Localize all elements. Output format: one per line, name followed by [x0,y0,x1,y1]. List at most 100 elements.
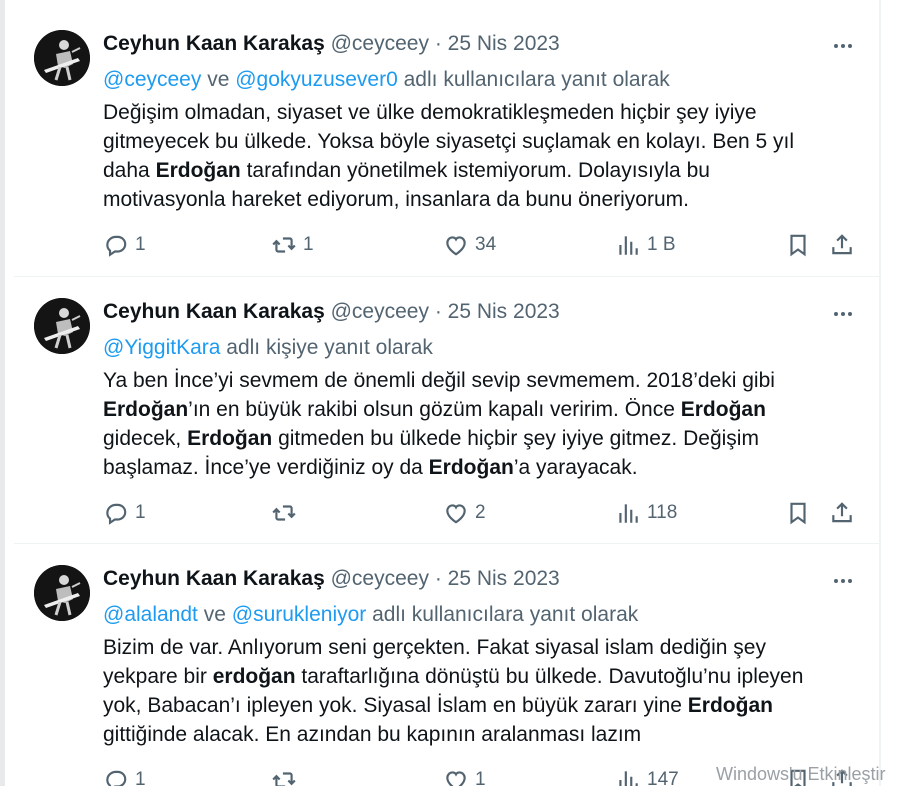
tweet-date[interactable]: 25 Nis 2023 [448,32,560,55]
tweet-header: Ceyhun Kaan Karakaş @ceyceey · 25 Nis 20… [103,300,560,324]
reply-button[interactable]: 1 [103,498,146,528]
author-name[interactable]: Ceyhun Kaan Karakaş [103,32,325,55]
text-segment: Ya ben İnce’yi sevmem de önemli değil se… [103,369,775,392]
retweet-icon [272,237,296,253]
reply-mention-link[interactable]: @YiggitKara [103,336,220,359]
reply-context: @YiggitKara adlı kişiye yanıt olarak [103,336,433,360]
more-icon[interactable] [829,303,857,325]
text-segment: başlamaz. İnce’ye verdiğiniz oy da [103,456,429,479]
like-count: 34 [475,234,497,255]
views-icon [619,771,638,786]
text-segment: yekpare bir [103,665,213,688]
text-segment: gittiğinde alacak. En azından bu kapının… [103,723,642,746]
views-count: 147 [647,769,679,786]
views-count: 118 [647,502,678,523]
separator-dot: · [434,300,442,323]
reply-context: @ceyceey ve @gokyuzusever0 adlı kullanıc… [103,68,670,92]
like-count: 2 [475,502,486,523]
like-button[interactable]: 1 [443,765,486,786]
timeline-right-border [879,0,881,786]
tweet-header: Ceyhun Kaan Karakaş @ceyceey · 25 Nis 20… [103,32,560,56]
tweet-header: Ceyhun Kaan Karakaş @ceyceey · 25 Nis 20… [103,567,560,591]
bookmark-button[interactable] [785,498,811,528]
tweet-text: Ya ben İnce’yi sevmem de önemli değil se… [103,366,873,482]
author-name[interactable]: Ceyhun Kaan Karakaş [103,300,325,323]
more-icon[interactable] [829,35,857,57]
tweet-text-line: gitmeyecek bu ülkede. Yoksa böyle siyase… [103,127,873,156]
reply-button[interactable]: 1 [103,765,146,786]
reply-icon [106,770,127,786]
highlighted-term: Erdoğan [155,159,241,182]
retweet-icon [272,505,296,521]
text-segment: yok, Babacan’ı ipleyen yok. Siyasal İsla… [103,694,688,717]
retweet-count: 1 [303,234,314,255]
reply-button[interactable]: 1 [103,230,146,260]
share-icon [832,502,852,523]
separator-dot: · [434,32,442,55]
views-icon [619,504,638,523]
bookmark-icon [790,234,806,257]
bookmark-button[interactable] [785,230,811,260]
tweet: Ceyhun Kaan Karakaş @ceyceey · 25 Nis 20… [14,288,879,548]
tweet-date[interactable]: 25 Nis 2023 [448,300,560,323]
highlighted-term: erdoğan [212,665,296,688]
tweet-text-line: yekpare bir erdoğan taraftarlığına dönüş… [103,662,873,691]
tweet: Ceyhun Kaan Karakaş @ceyceey · 25 Nis 20… [14,555,879,786]
text-segment: ’a yarayacak. [513,456,638,479]
tweet-text: Değişim olmadan, siyaset ve ülke demokra… [103,98,873,214]
reply-joiner: ve [197,603,232,626]
views-button[interactable]: 118 [615,498,677,528]
reply-suffix: adlı kullanıcılara yanıt olarak [366,603,639,626]
reply-count: 1 [135,502,146,523]
avatar[interactable] [34,565,90,621]
action-bar: 1 1 34 1 B [103,230,873,260]
reply-suffix: adlı kişiye yanıt olarak [220,336,433,359]
retweet-icon [272,772,296,786]
text-segment: gitmeden bu ülkede hiçbir şey iyiye gitm… [272,427,759,450]
text-segment: gidecek, [103,427,188,450]
share-button[interactable] [829,230,855,260]
reply-mention-link[interactable]: @ceyceey [103,68,201,91]
author-name[interactable]: Ceyhun Kaan Karakaş [103,567,325,590]
like-button[interactable]: 2 [443,498,486,528]
avatar[interactable] [34,30,90,86]
author-handle[interactable]: @ceyceey [331,567,429,590]
highlighted-term: Erdoğan [428,456,514,479]
heart-icon [446,504,466,524]
tweet-text-line: Erdoğan’ın en büyük rakibi olsun gözüm k… [103,395,873,424]
retweet-button[interactable] [271,498,303,528]
views-button[interactable]: 1 B [615,230,676,260]
views-count: 1 B [647,234,676,255]
reply-mention-link[interactable]: @alalandt [103,603,198,626]
reply-mention-link[interactable]: @surukleniyor [232,603,367,626]
reply-context: @alalandt ve @surukleniyor adlı kullanıc… [103,603,638,627]
share-button[interactable] [829,498,855,528]
separator-dot: · [434,567,442,590]
reply-icon [106,235,127,257]
avatar[interactable] [34,298,90,354]
reply-count: 1 [135,234,146,255]
more-icon[interactable] [829,570,857,592]
retweet-button[interactable] [271,765,303,786]
window-left-edge [0,0,5,786]
heart-icon [446,236,466,256]
bookmark-icon [790,502,806,525]
tweet-date[interactable]: 25 Nis 2023 [448,567,560,590]
views-button[interactable]: 147 [615,765,679,786]
reply-mention-link[interactable]: @gokyuzusever0 [235,68,398,91]
tweet-text-line: daha Erdoğan tarafından yönetilmek istem… [103,156,873,185]
text-segment: Değişim olmadan, siyaset ve ülke demokra… [103,101,757,124]
tweet-text-line: Ya ben İnce’yi sevmem de önemli değil se… [103,366,873,395]
retweet-button[interactable]: 1 [271,230,314,260]
share-icon [832,234,852,255]
reply-joiner: ve [201,68,236,91]
tweet-text-line: gidecek, Erdoğan gitmeden bu ülkede hiçb… [103,424,873,453]
reply-count: 1 [135,769,146,786]
text-segment: daha [103,159,156,182]
like-button[interactable]: 34 [443,230,496,260]
highlighted-term: Erdoğan [680,398,766,421]
text-segment: tarafından yönetilmek istemiyorum. Dolay… [240,159,710,182]
author-handle[interactable]: @ceyceey [331,300,429,323]
text-segment: gitmeyecek bu ülkede. Yoksa böyle siyase… [103,130,795,153]
author-handle[interactable]: @ceyceey [331,32,429,55]
